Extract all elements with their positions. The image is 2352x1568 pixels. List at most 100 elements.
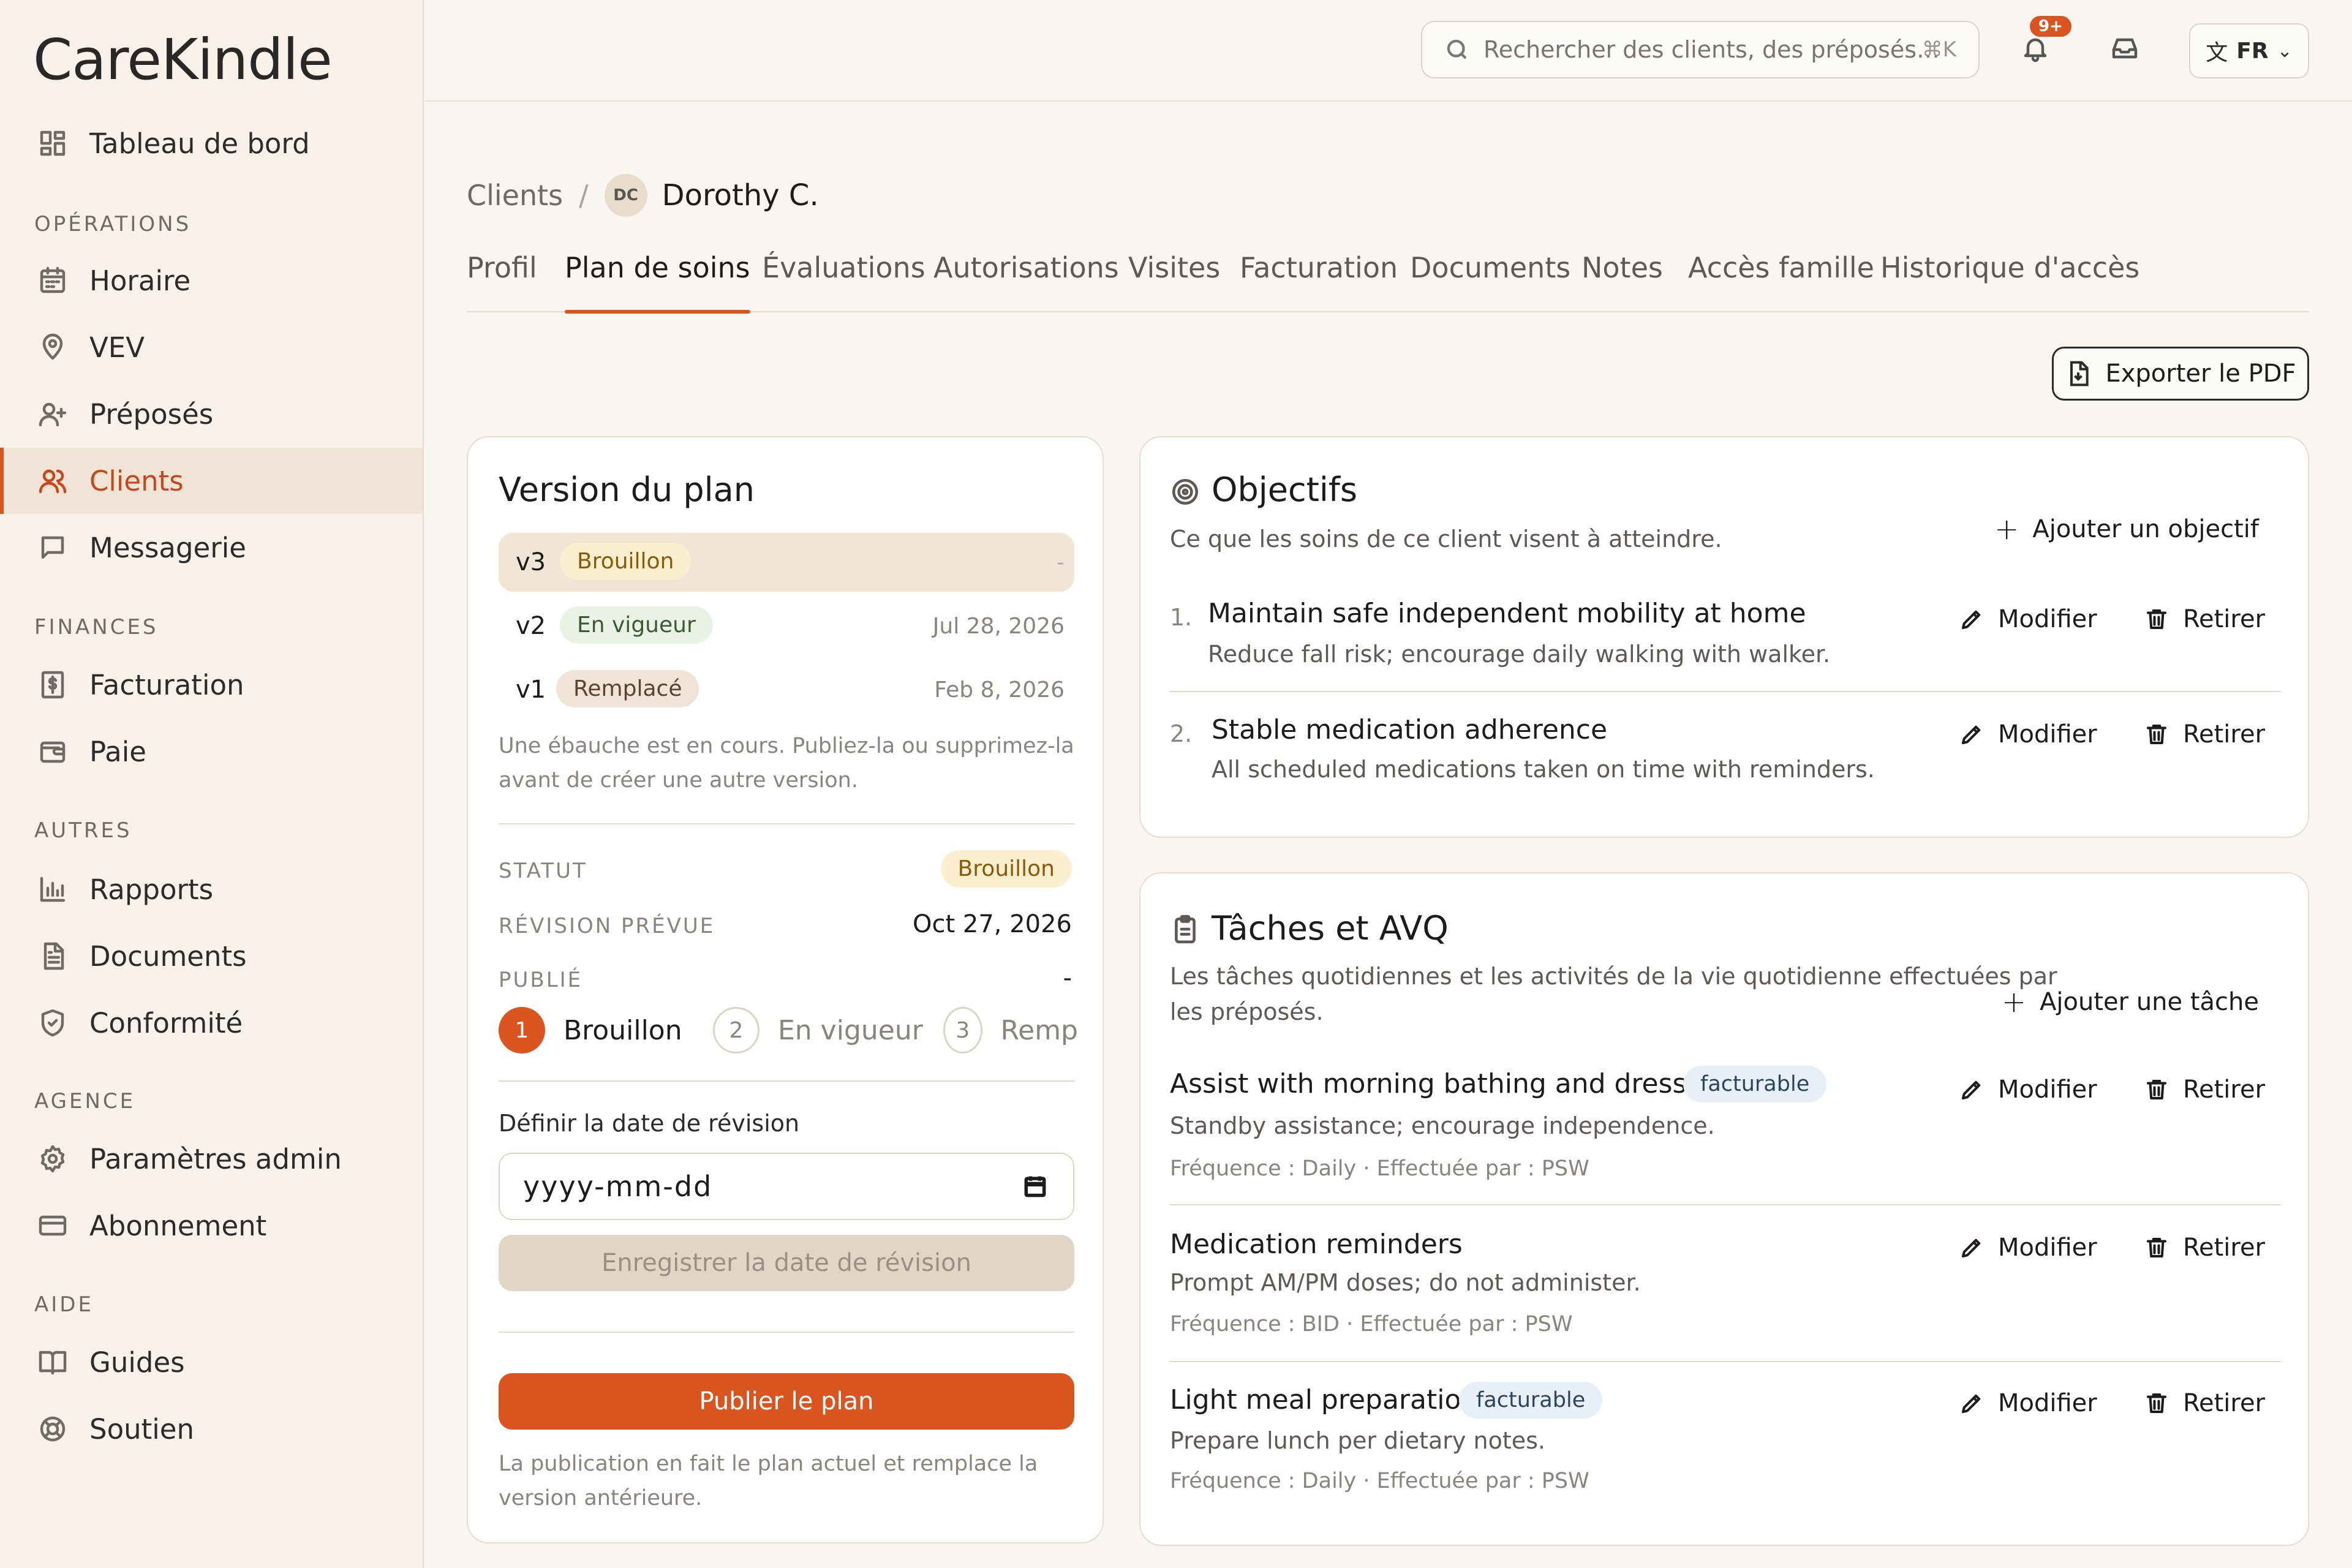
remove-button[interactable]: Retirer bbox=[2144, 605, 2265, 633]
tasks-subtitle-line1: Les tâches quotidiennes et les activités… bbox=[1170, 963, 2057, 990]
topbar: Rechercher des clients, des préposés… ⌘K… bbox=[425, 0, 2352, 102]
sidebar-item-horaire[interactable]: Horaire bbox=[0, 247, 423, 314]
step-number: 2 bbox=[713, 1007, 760, 1054]
users-icon bbox=[37, 465, 69, 497]
sidebar-item-clients[interactable]: Clients bbox=[0, 448, 423, 514]
version-row-v1[interactable]: v1 Remplacé Feb 8, 2026 bbox=[499, 660, 1074, 719]
trash-icon bbox=[2146, 1393, 2167, 1414]
sidebar-item-documents[interactable]: Documents bbox=[0, 923, 423, 989]
add-task-button[interactable]: + Ajouter une tâche bbox=[2002, 985, 2259, 1019]
inbox-button[interactable] bbox=[2103, 27, 2146, 70]
pencil-icon bbox=[1961, 1238, 1981, 1258]
task-desc: Prepare lunch per dietary notes. bbox=[1170, 1427, 1545, 1454]
edit-label: Modifier bbox=[1998, 1076, 2097, 1104]
sidebar-item-label: Préposés bbox=[89, 398, 214, 431]
sidebar: CareKindle Tableau de bord OPÉRATIONS Ho… bbox=[0, 0, 424, 1568]
tab-documents[interactable]: Documents bbox=[1410, 251, 1570, 312]
sidebar-item-vev[interactable]: VEV bbox=[0, 314, 423, 380]
pencil-icon bbox=[1961, 610, 1981, 630]
task-desc: Prompt AM/PM doses; do not administer. bbox=[1170, 1269, 1641, 1296]
sidebar-item-abonnement[interactable]: Abonnement bbox=[0, 1193, 423, 1259]
calendar-icon bbox=[37, 265, 69, 296]
sidebar-item-label: Facturation bbox=[89, 668, 244, 701]
translate-icon: 文 bbox=[2206, 40, 2228, 66]
sidebar-item-soutien[interactable]: Soutien bbox=[0, 1396, 423, 1462]
language-selector[interactable]: 文 FR ⌄ bbox=[2189, 23, 2309, 78]
task-title: Medication reminders bbox=[1170, 1229, 1463, 1260]
objectives-title: Objectifs bbox=[1212, 470, 1358, 509]
publish-plan-button[interactable]: Publier le plan bbox=[499, 1373, 1074, 1430]
save-review-date-button[interactable]: Enregistrer la date de révision bbox=[499, 1235, 1074, 1291]
remove-button[interactable]: Retirer bbox=[2144, 1076, 2265, 1104]
trash-icon bbox=[2146, 609, 2167, 630]
sidebar-item-label: Guides bbox=[89, 1346, 185, 1379]
edit-button[interactable]: Modifier bbox=[1959, 1389, 2097, 1417]
sidebar-item-paie[interactable]: Paie bbox=[0, 718, 423, 785]
brand-logo[interactable]: CareKindle bbox=[33, 27, 333, 92]
divider bbox=[499, 823, 1074, 824]
shield-check-icon bbox=[37, 1007, 69, 1039]
sidebar-item-facturation[interactable]: Facturation bbox=[0, 652, 423, 718]
version-row-v2[interactable]: v2 En vigueur Jul 28, 2026 bbox=[499, 597, 1074, 655]
tab-autorisations[interactable]: Autorisations bbox=[933, 251, 1119, 312]
remove-button[interactable]: Retirer bbox=[2144, 1389, 2265, 1417]
tab-facturation[interactable]: Facturation bbox=[1240, 251, 1398, 312]
tab-historique-acces[interactable]: Historique d'accès bbox=[1880, 251, 2139, 312]
sidebar-item-conformite[interactable]: Conformité bbox=[0, 990, 423, 1056]
step-label: Remp bbox=[1000, 1014, 1078, 1046]
trash-icon bbox=[2146, 724, 2167, 745]
bar-chart-icon bbox=[37, 873, 69, 905]
search-input[interactable]: Rechercher des clients, des préposés… ⌘K bbox=[1421, 21, 1980, 78]
sidebar-item-preposes[interactable]: Préposés bbox=[0, 381, 423, 447]
export-pdf-button[interactable]: Exporter le PDF bbox=[2052, 347, 2309, 401]
version-name: v2 bbox=[516, 612, 546, 640]
status-badge: Brouillon bbox=[940, 850, 1072, 888]
wallet-icon bbox=[37, 736, 69, 767]
version-name: v1 bbox=[516, 676, 546, 704]
version-row-v3[interactable]: v3 Brouillon - bbox=[499, 533, 1074, 592]
remove-button[interactable]: Retirer bbox=[2144, 720, 2265, 748]
tab-bar: Profil Plan de soins Évaluations Autoris… bbox=[467, 251, 2309, 314]
clipboard-icon bbox=[1170, 914, 1200, 944]
status-badge: En vigueur bbox=[560, 606, 713, 644]
sidebar-item-parametres[interactable]: Paramètres admin bbox=[0, 1126, 423, 1192]
search-placeholder: Rechercher des clients, des préposés… bbox=[1483, 36, 1940, 63]
remove-button[interactable]: Retirer bbox=[2144, 1234, 2265, 1262]
add-objective-label: Ajouter un objectif bbox=[2032, 515, 2259, 543]
edit-label: Modifier bbox=[1998, 1389, 2097, 1417]
tab-acces-famille[interactable]: Accès famille bbox=[1688, 251, 1874, 312]
calendar-icon[interactable] bbox=[1022, 1173, 1049, 1200]
status-badge: Brouillon bbox=[560, 543, 692, 580]
edit-button[interactable]: Modifier bbox=[1959, 605, 2097, 633]
sidebar-item-label: Clients bbox=[89, 464, 184, 497]
sidebar-item-dashboard[interactable]: Tableau de bord bbox=[0, 110, 423, 176]
step-active: 2 En vigueur bbox=[713, 1007, 923, 1054]
review-date-input[interactable]: yyyy-mm-dd bbox=[499, 1153, 1074, 1220]
step-draft: 1 Brouillon bbox=[499, 1007, 682, 1054]
page-title: Dorothy C. bbox=[662, 178, 819, 213]
pencil-icon bbox=[1961, 725, 1981, 745]
sidebar-item-rapports[interactable]: Rapports bbox=[0, 856, 423, 922]
sidebar-item-label: Horaire bbox=[89, 264, 191, 297]
task-frequency: Fréquence : Daily · Effectuée par : PSW bbox=[1170, 1469, 1589, 1493]
sidebar-item-messagerie[interactable]: Messagerie bbox=[0, 514, 423, 581]
edit-button[interactable]: Modifier bbox=[1959, 720, 2097, 748]
edit-button[interactable]: Modifier bbox=[1959, 1234, 2097, 1262]
breadcrumb-clients-link[interactable]: Clients bbox=[467, 179, 563, 212]
tab-notes[interactable]: Notes bbox=[1581, 251, 1663, 312]
tab-profil[interactable]: Profil bbox=[467, 251, 537, 312]
tab-visites[interactable]: Visites bbox=[1128, 251, 1220, 312]
search-icon bbox=[1447, 39, 1467, 59]
objective-desc: Reduce fall risk; encourage daily walkin… bbox=[1208, 641, 1831, 668]
plus-icon: + bbox=[1994, 512, 2019, 546]
tab-plan-de-soins[interactable]: Plan de soins bbox=[565, 251, 750, 314]
plan-version-card: Version du plan v3 Brouillon - v2 En vig… bbox=[467, 436, 1104, 1544]
tab-evaluations[interactable]: Évaluations bbox=[762, 251, 925, 312]
divider bbox=[1170, 1204, 2281, 1205]
section-label-aide: AIDE bbox=[34, 1292, 94, 1317]
edit-button[interactable]: Modifier bbox=[1959, 1076, 2097, 1104]
published-label: PUBLIÉ bbox=[499, 968, 583, 992]
add-objective-button[interactable]: + Ajouter un objectif bbox=[1994, 512, 2259, 546]
inbox-icon bbox=[2112, 38, 2138, 59]
sidebar-item-guides[interactable]: Guides bbox=[0, 1329, 423, 1395]
